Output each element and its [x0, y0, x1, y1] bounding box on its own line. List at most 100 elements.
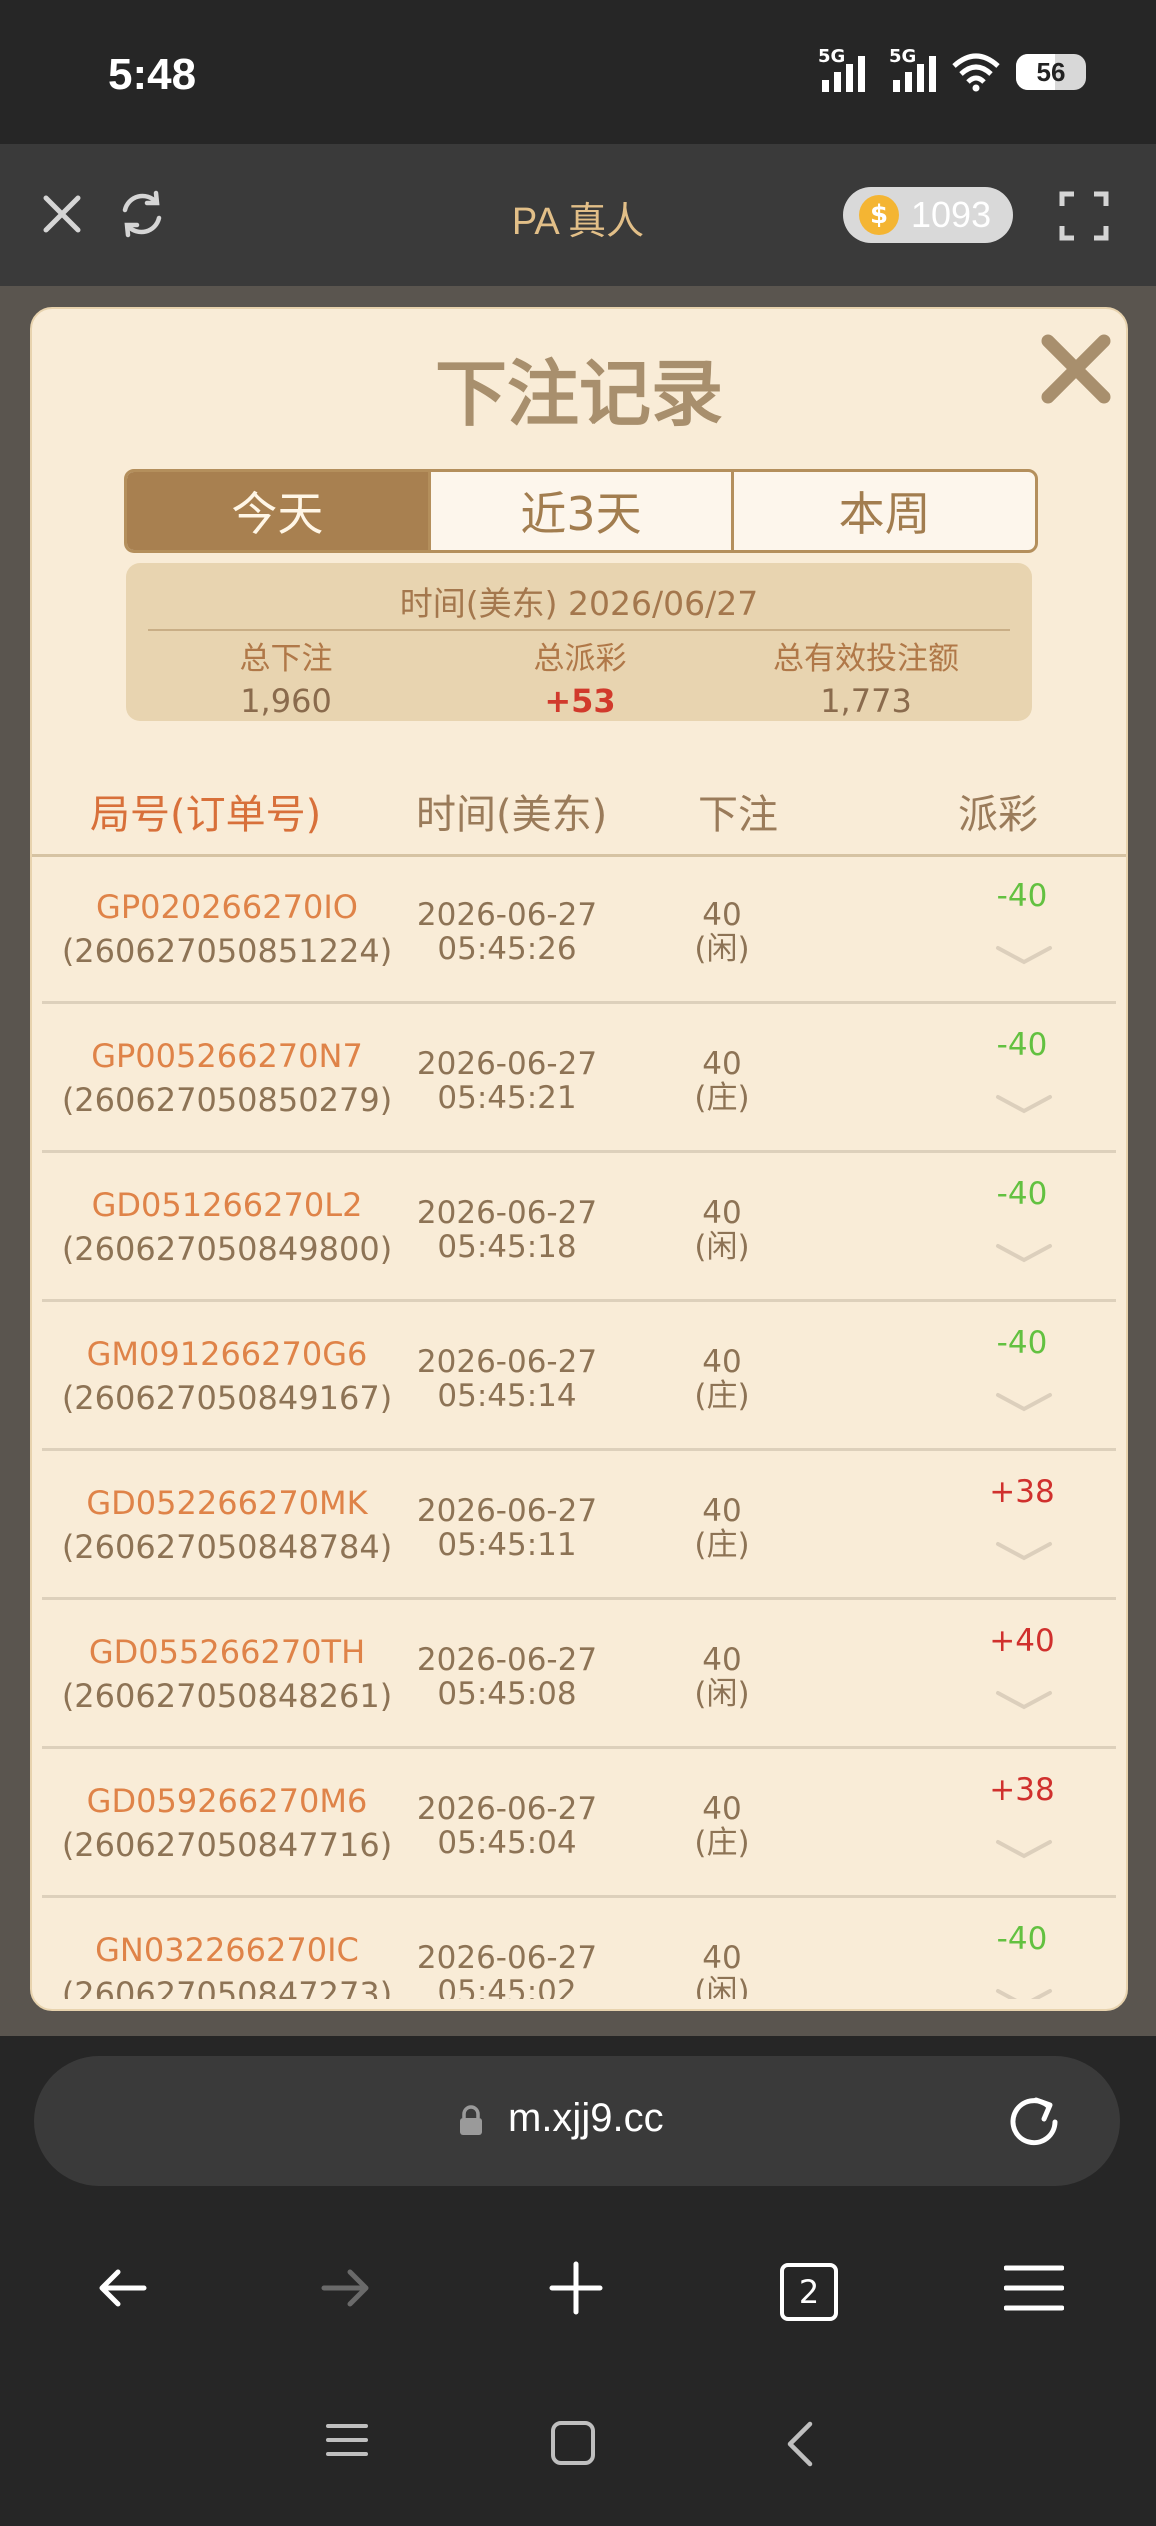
- payout-value: +40: [989, 1623, 1055, 1659]
- battery-icon: 56: [1016, 54, 1086, 90]
- column-payout: 派彩: [958, 792, 1038, 838]
- bet-side: (庄): [694, 1527, 750, 1563]
- round-id: GP020266270IO: [96, 888, 358, 926]
- reload-icon[interactable]: [1004, 2092, 1064, 2152]
- order-number: (260627050848261): [61, 1677, 393, 1715]
- payout-value: +38: [989, 1474, 1055, 1510]
- app-bar: PA 真人 $ 1093: [0, 144, 1156, 286]
- table-row[interactable]: GN032266270IC (260627050847273) 2026-06-2…: [42, 1897, 1116, 1999]
- round-id: GP005266270N7: [91, 1037, 363, 1075]
- bet-record-list: GP020266270IO (260627050851224) 2026-06-2…: [32, 854, 1126, 1999]
- status-bar: 5:48 5G 5G 56: [0, 0, 1156, 144]
- column-round-id: 局号(订单号): [90, 792, 322, 838]
- dialog-title: 下注记录: [434, 352, 723, 436]
- payout-value: -40: [996, 1921, 1048, 1957]
- chevron-down-icon[interactable]: [994, 1836, 1054, 1862]
- bet-amount: 40: [702, 1195, 742, 1231]
- total-valid-bet: 总有效投注额 1,773: [736, 633, 996, 720]
- bet-side: (庄): [694, 1378, 750, 1414]
- order-number: (260627050851224): [61, 932, 393, 970]
- chevron-down-icon[interactable]: [994, 1985, 1054, 1999]
- order-number: (260627050849800): [61, 1230, 393, 1268]
- tab-last-3-days[interactable]: 近3天: [427, 472, 732, 550]
- coin-balance: 1093: [911, 194, 992, 235]
- round-id: GM091266270G6: [86, 1335, 368, 1373]
- order-number: (260627050850279): [61, 1081, 393, 1119]
- bet-side: (闲): [694, 1676, 750, 1712]
- table-row[interactable]: GM091266270G6 (260627050849167) 2026-06-2…: [42, 1301, 1116, 1451]
- chevron-down-icon[interactable]: [994, 1538, 1054, 1564]
- table-header: 局号(订单号) 时间(美东) 下注 派彩: [32, 764, 1126, 857]
- home-icon[interactable]: [550, 2420, 596, 2466]
- bet-time: 05:45:26: [437, 931, 577, 967]
- round-id: GD051266270L2: [91, 1186, 363, 1224]
- chevron-down-icon[interactable]: [994, 1687, 1054, 1713]
- payout-value: -40: [996, 1176, 1048, 1212]
- close-icon[interactable]: [1036, 329, 1116, 409]
- status-time: 5:48: [108, 50, 197, 99]
- table-row[interactable]: GP020266270IO (260627050851224) 2026-06-2…: [42, 854, 1116, 1004]
- status-icons: 5G 5G 56: [818, 46, 1086, 92]
- bet-record-dialog: 下注记录 今天 近3天 本周 时间(美东) 2026/06/27 总下注 1,9…: [30, 307, 1128, 2011]
- bet-side: (闲): [694, 931, 750, 967]
- round-id: GD055266270TH: [88, 1633, 366, 1671]
- bet-time: 05:45:08: [437, 1676, 577, 1712]
- system-back-icon[interactable]: [784, 2420, 814, 2468]
- menu-icon[interactable]: [1004, 2264, 1064, 2312]
- url-text: m.xjj9.cc: [508, 2096, 664, 2140]
- total-bet-value: 1,960: [240, 682, 332, 720]
- address-bar[interactable]: m.xjj9.cc: [34, 2056, 1120, 2186]
- bet-amount: 40: [702, 1344, 742, 1380]
- recent-apps-icon[interactable]: [326, 2422, 368, 2458]
- round-id: GD059266270M6: [86, 1782, 368, 1820]
- table-row[interactable]: GP005266270N7 (260627050850279) 2026-06-2…: [42, 1003, 1116, 1153]
- total-payout-value: +53: [544, 682, 616, 720]
- bet-date: 2026-06-27: [416, 1493, 598, 1529]
- column-time: 时间(美东): [416, 792, 608, 838]
- bet-date: 2026-06-27: [416, 1344, 598, 1380]
- chevron-down-icon[interactable]: [994, 1389, 1054, 1415]
- bet-time: 05:45:11: [437, 1527, 577, 1563]
- bet-amount: 40: [702, 1046, 742, 1082]
- table-row[interactable]: GD059266270M6 (260627050847716) 2026-06-2…: [42, 1748, 1116, 1898]
- fullscreen-icon[interactable]: [1058, 190, 1110, 242]
- payout-value: -40: [996, 878, 1048, 914]
- bet-date: 2026-06-27: [416, 1195, 598, 1231]
- summary-date: 时间(美东) 2026/06/27: [399, 584, 759, 623]
- bet-date: 2026-06-27: [416, 1791, 598, 1827]
- bet-amount: 40: [702, 1791, 742, 1827]
- chevron-down-icon[interactable]: [994, 942, 1054, 968]
- coin-icon: $: [859, 195, 899, 235]
- round-id: GN032266270IC: [95, 1931, 359, 1969]
- bet-side: (闲): [694, 1229, 750, 1265]
- chevron-down-icon[interactable]: [994, 1091, 1054, 1117]
- tabs-icon[interactable]: 2: [780, 2263, 838, 2321]
- date-range-tabs: 今天 近3天 本周: [124, 469, 1038, 553]
- bet-time: 05:45:02: [437, 1974, 577, 1999]
- total-bet: 总下注 1,960: [166, 633, 406, 720]
- order-number: (260627050849167): [61, 1379, 393, 1417]
- browser-toolbar: m.xjj9.cc 2: [0, 2036, 1156, 2526]
- chevron-down-icon[interactable]: [994, 1240, 1054, 1266]
- bet-time: 05:45:18: [437, 1229, 577, 1265]
- back-arrow-icon[interactable]: [94, 2260, 150, 2316]
- bet-date: 2026-06-27: [416, 1940, 598, 1976]
- table-row[interactable]: GD052266270MK (260627050848784) 2026-06-2…: [42, 1450, 1116, 1600]
- bet-time: 05:45:14: [437, 1378, 577, 1414]
- forward-arrow-icon[interactable]: [318, 2260, 374, 2316]
- tab-today[interactable]: 今天: [127, 472, 428, 550]
- signal-icon-2: 5G: [889, 46, 936, 92]
- coin-balance-pill[interactable]: $ 1093: [843, 187, 1013, 243]
- bet-date: 2026-06-27: [416, 897, 598, 933]
- plus-icon[interactable]: [548, 2260, 604, 2316]
- payout-value: -40: [996, 1027, 1048, 1063]
- order-number: (260627050848784): [61, 1528, 393, 1566]
- tab-this-week[interactable]: 本周: [731, 472, 1035, 550]
- bet-amount: 40: [702, 897, 742, 933]
- table-row[interactable]: GD051266270L2 (260627050849800) 2026-06-2…: [42, 1152, 1116, 1302]
- table-row[interactable]: GD055266270TH (260627050848261) 2026-06-2…: [42, 1599, 1116, 1749]
- bet-date: 2026-06-27: [416, 1642, 598, 1678]
- payout-value: -40: [996, 1325, 1048, 1361]
- total-bet-label: 总下注: [239, 641, 333, 677]
- total-payout-label: 总派彩: [533, 641, 627, 677]
